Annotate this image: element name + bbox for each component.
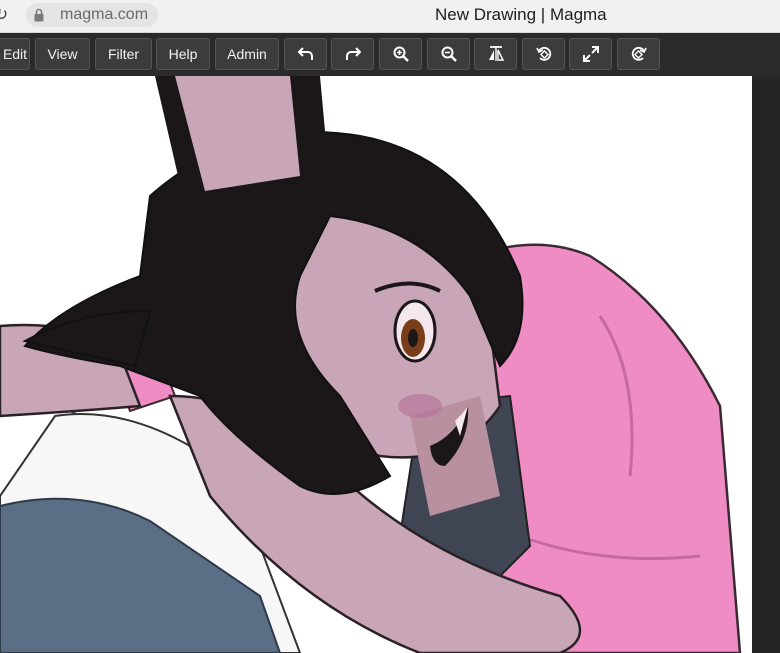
menu-help-button[interactable]: Help <box>156 38 210 70</box>
zoom-out-icon <box>441 46 457 62</box>
browser-top-bar: ↻ magma.com New Drawing | Magma <box>0 0 780 33</box>
undo-icon <box>297 47 313 60</box>
rotate-left-button[interactable] <box>522 38 565 70</box>
fullscreen-icon <box>582 46 599 62</box>
address-bar[interactable]: magma.com <box>26 3 158 27</box>
canvas-scrollbar[interactable] <box>752 76 780 653</box>
url-text: magma.com <box>60 6 149 23</box>
menu-edit-label: Edit <box>2 46 28 62</box>
app-toolbar: Edit View Filter Help Admin <box>0 33 780 76</box>
redo-icon <box>345 47 361 60</box>
page-title: New Drawing | Magma <box>435 5 607 24</box>
redo-button[interactable] <box>331 38 374 70</box>
menu-edit-button[interactable]: Edit <box>0 38 30 70</box>
zoom-in-icon <box>393 46 409 62</box>
menu-admin-button[interactable]: Admin <box>215 38 279 70</box>
rotate-left-icon <box>535 46 551 61</box>
zoom-in-button[interactable] <box>379 38 422 70</box>
reload-icon[interactable]: ↻ <box>0 5 14 25</box>
fullscreen-button[interactable] <box>569 38 612 70</box>
zoom-out-button[interactable] <box>427 38 470 70</box>
menu-view-label: View <box>47 46 78 62</box>
rotate-right-icon <box>631 46 647 61</box>
menu-filter-label: Filter <box>107 46 140 62</box>
lock-icon <box>34 8 44 22</box>
flip-icon <box>488 46 504 61</box>
menu-help-label: Help <box>168 46 198 62</box>
menu-filter-button[interactable]: Filter <box>95 38 152 70</box>
flip-button[interactable] <box>474 38 517 70</box>
rotate-right-button[interactable] <box>617 38 660 70</box>
artwork <box>0 76 742 653</box>
drawing-canvas[interactable] <box>0 76 752 653</box>
undo-button[interactable] <box>284 38 327 70</box>
menu-view-button[interactable]: View <box>35 38 90 70</box>
menu-admin-label: Admin <box>227 46 267 62</box>
